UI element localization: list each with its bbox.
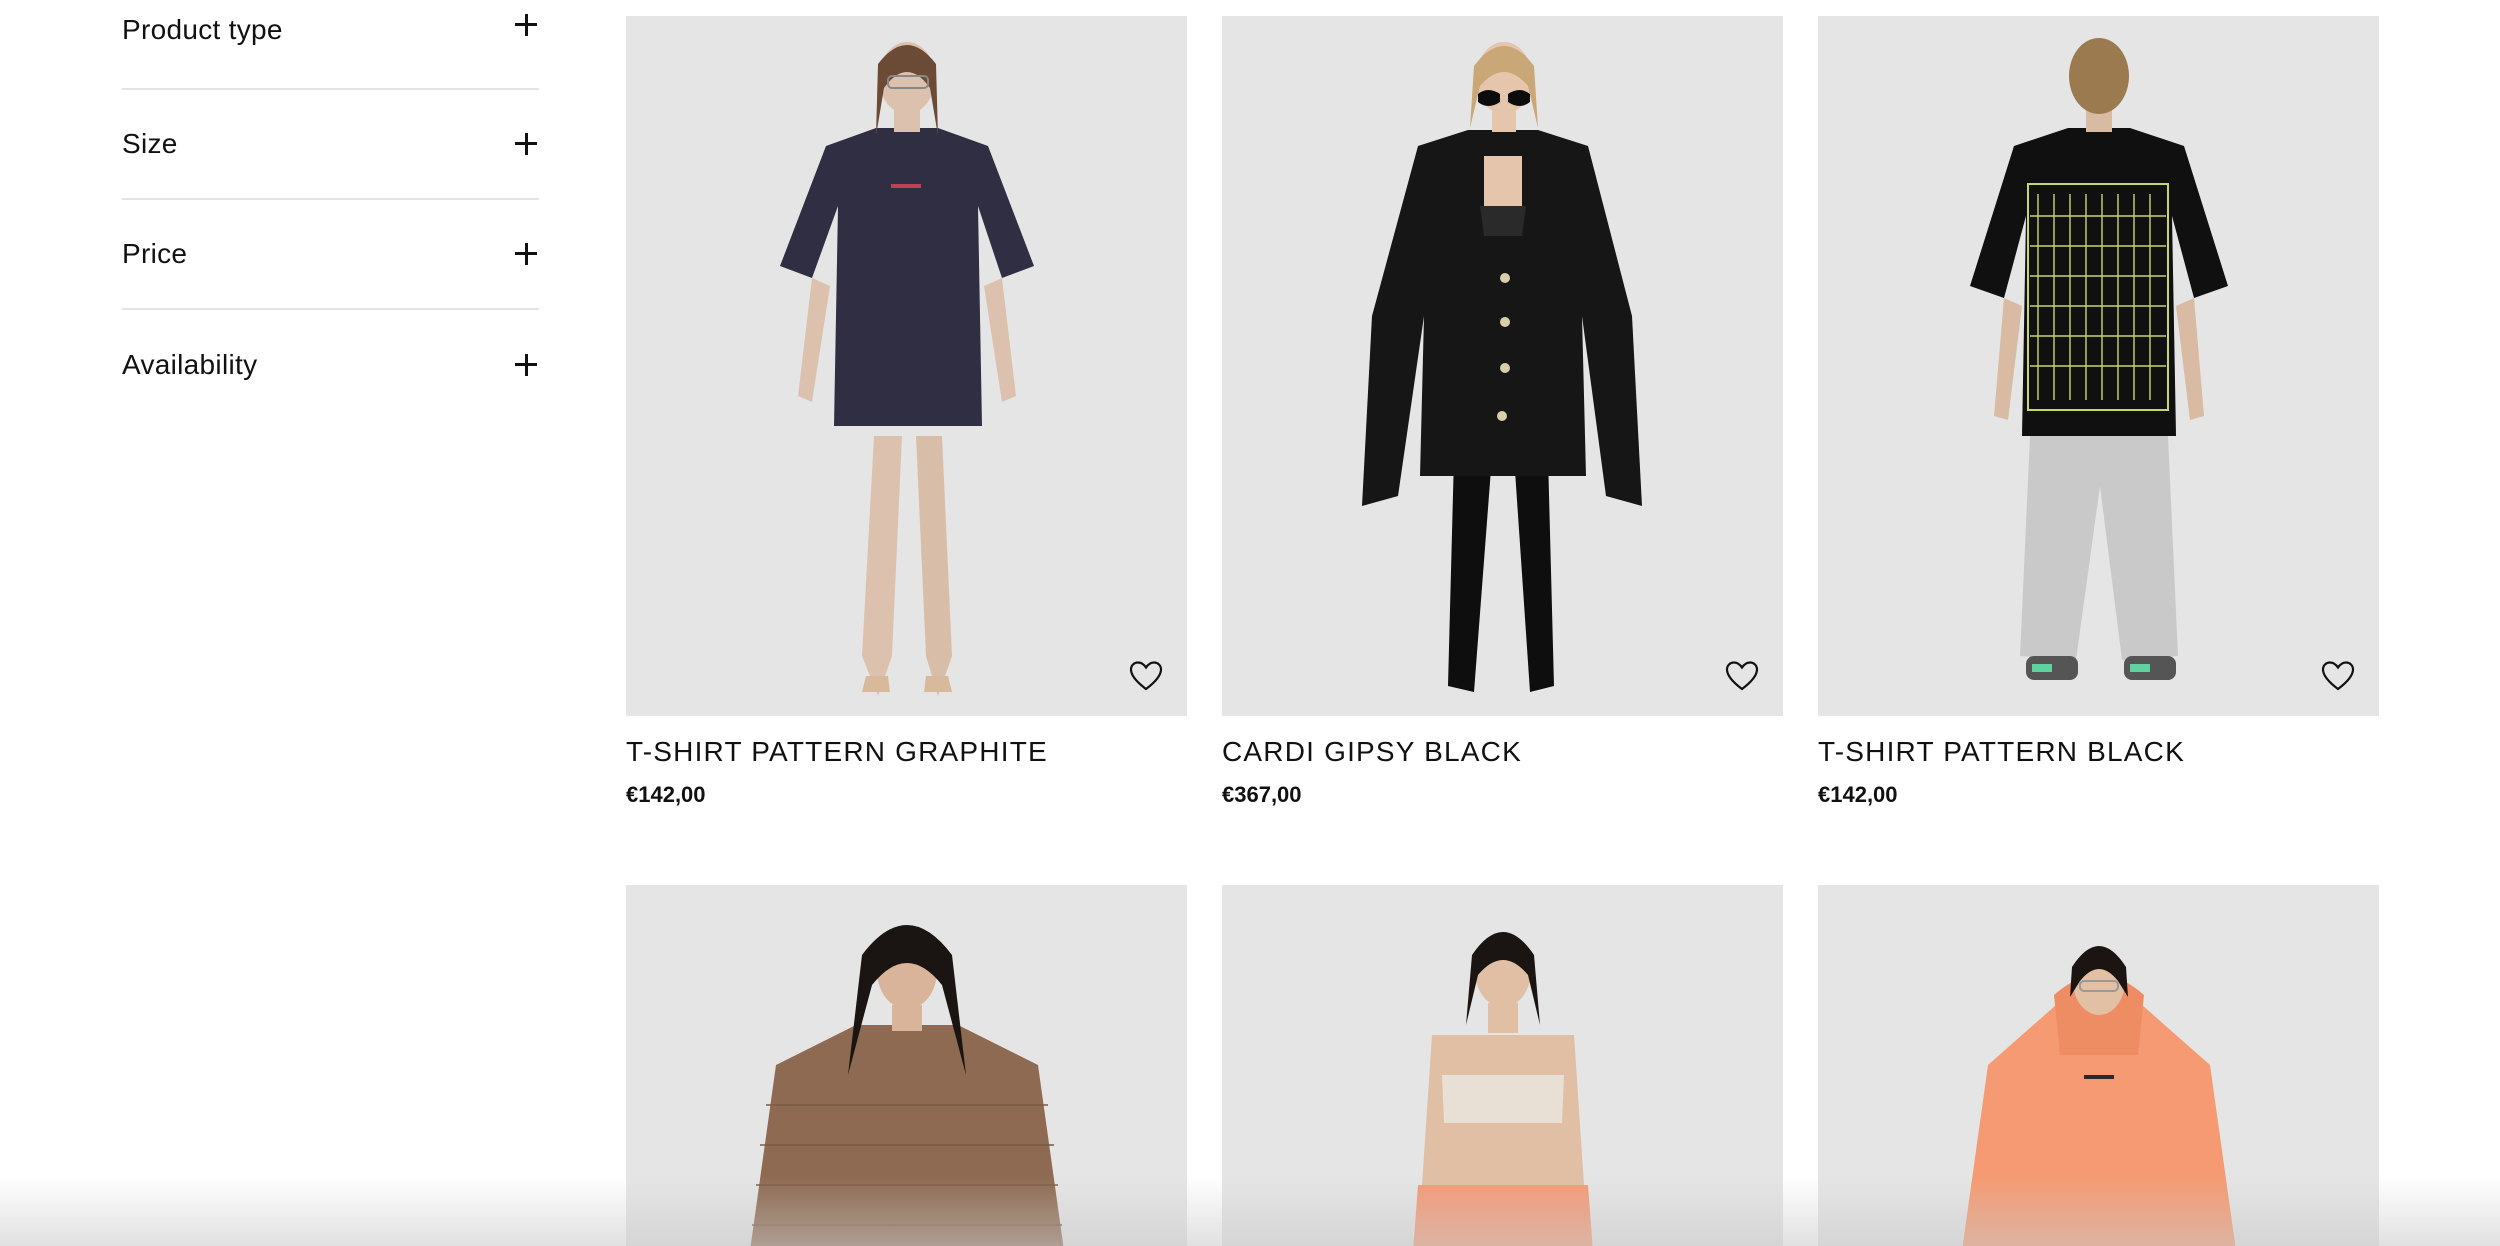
product-listing-page: Product type Size Price Availability T-S… bbox=[0, 0, 2500, 1246]
product-title[interactable]: T-SHIRT PATTERN GRAPHITE bbox=[626, 736, 1187, 768]
product-title[interactable]: CARDI GIPSY BLACK bbox=[1222, 736, 1783, 768]
filter-size[interactable]: Size bbox=[122, 90, 539, 200]
model-brown-knit-image bbox=[750, 925, 1064, 1246]
plus-icon[interactable] bbox=[515, 243, 537, 265]
product-image[interactable] bbox=[626, 885, 1187, 1246]
product-image[interactable] bbox=[1818, 885, 2379, 1246]
model-graphite-tshirt-image bbox=[780, 42, 1034, 696]
plus-icon[interactable] bbox=[515, 14, 537, 36]
filter-sidebar: Product type Size Price Availability bbox=[122, 0, 539, 420]
heart-icon[interactable] bbox=[2321, 660, 2355, 692]
product-price: €142,00 bbox=[626, 782, 706, 807]
product-card[interactable]: CARDI GIPSY BLACK €367,00 bbox=[1222, 16, 1783, 885]
filter-label: Size bbox=[122, 128, 178, 159]
product-image[interactable] bbox=[1818, 16, 2379, 716]
product-grid: T-SHIRT PATTERN GRAPHITE €142,00 CARDI G… bbox=[626, 16, 2380, 1246]
plus-icon[interactable] bbox=[515, 133, 537, 155]
product-card[interactable]: T-SHIRT PATTERN GRAPHITE €142,00 bbox=[626, 16, 1187, 885]
heart-icon[interactable] bbox=[1725, 660, 1759, 692]
product-card[interactable] bbox=[1222, 885, 1783, 1246]
product-image[interactable] bbox=[1222, 885, 1783, 1246]
product-card[interactable] bbox=[1818, 885, 2379, 1246]
filter-label: Availability bbox=[122, 349, 258, 380]
filter-product-type[interactable]: Product type bbox=[122, 0, 539, 90]
product-title[interactable]: T-SHIRT PATTERN BLACK bbox=[1818, 736, 2379, 768]
filter-label: Product type bbox=[122, 14, 283, 45]
plus-icon[interactable] bbox=[515, 354, 537, 376]
model-cream-top-peach-pants-image bbox=[1413, 932, 1593, 1246]
model-black-tshirt-back-image bbox=[1970, 38, 2228, 680]
product-image[interactable] bbox=[1222, 16, 1783, 716]
heart-icon[interactable] bbox=[1129, 660, 1163, 692]
product-card[interactable]: T-SHIRT PATTERN BLACK €142,00 bbox=[1818, 16, 2379, 885]
product-price: €367,00 bbox=[1222, 782, 1302, 807]
filter-price[interactable]: Price bbox=[122, 200, 539, 310]
model-black-cardigan-image bbox=[1362, 42, 1642, 692]
model-peach-hoodie-image bbox=[1962, 946, 2236, 1246]
filter-label: Price bbox=[122, 238, 188, 269]
filter-availability[interactable]: Availability bbox=[122, 310, 539, 420]
product-card[interactable] bbox=[626, 885, 1187, 1246]
product-price: €142,00 bbox=[1818, 782, 1898, 807]
product-image[interactable] bbox=[626, 16, 1187, 716]
